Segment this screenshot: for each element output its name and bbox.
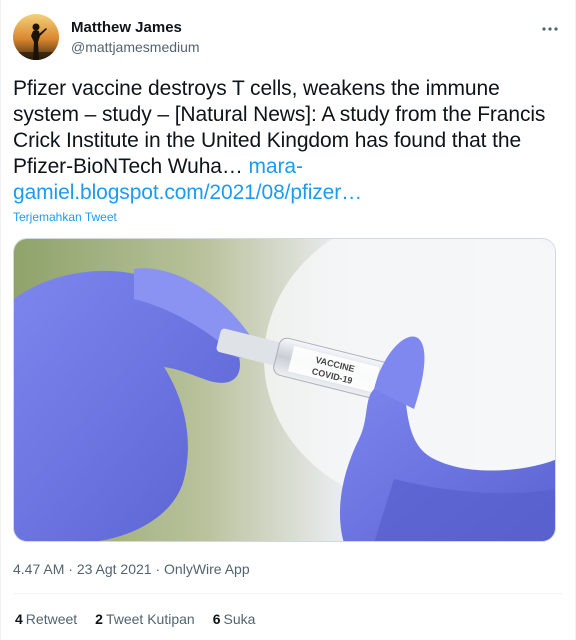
retweet-label: Retweet (25, 611, 78, 627)
user-handle[interactable]: @mattjamesmedium (71, 39, 200, 55)
tweet-detail: Matthew James @mattjamesmedium Pfizer va… (0, 0, 576, 640)
retweet-count: 4 (15, 611, 23, 627)
display-name[interactable]: Matthew James (71, 19, 182, 36)
tweet-meta: 4.47 AM · 23 Agt 2021 · OnlyWire App (13, 561, 250, 577)
meta-separator: · (151, 561, 165, 577)
tweet-source: OnlyWire App (164, 561, 250, 577)
quote-label: Tweet Kutipan (105, 611, 195, 627)
quote-tweets-stat[interactable]: 2 Tweet Kutipan (95, 611, 195, 627)
like-label: Suka (223, 611, 256, 627)
tweet-text: Pfizer vaccine destroys T cells, weakens… (13, 76, 561, 206)
translate-tweet-link[interactable]: Terjemahkan Tweet (13, 210, 117, 224)
like-count: 6 (212, 611, 221, 627)
more-dots-icon (542, 27, 558, 31)
tweet-media-image[interactable]: VACCINE COVID-19 (13, 238, 556, 542)
divider (13, 593, 563, 594)
tweet-date[interactable]: 23 Agt 2021 (77, 561, 152, 577)
more-options-button[interactable] (539, 18, 561, 40)
tweet-time[interactable]: 4.47 AM (13, 561, 64, 577)
likes-stat[interactable]: 6 Suka (213, 611, 256, 627)
retweets-stat[interactable]: 4 Retweet (15, 611, 77, 627)
avatar-image (13, 14, 59, 60)
meta-separator: · (64, 561, 77, 577)
vaccine-vial-photo: VACCINE COVID-19 (14, 239, 555, 541)
tweet-stats: 4 Retweet 2 Tweet Kutipan 6 Suka (15, 611, 255, 627)
quote-count: 2 (95, 611, 103, 627)
avatar[interactable] (13, 14, 59, 60)
